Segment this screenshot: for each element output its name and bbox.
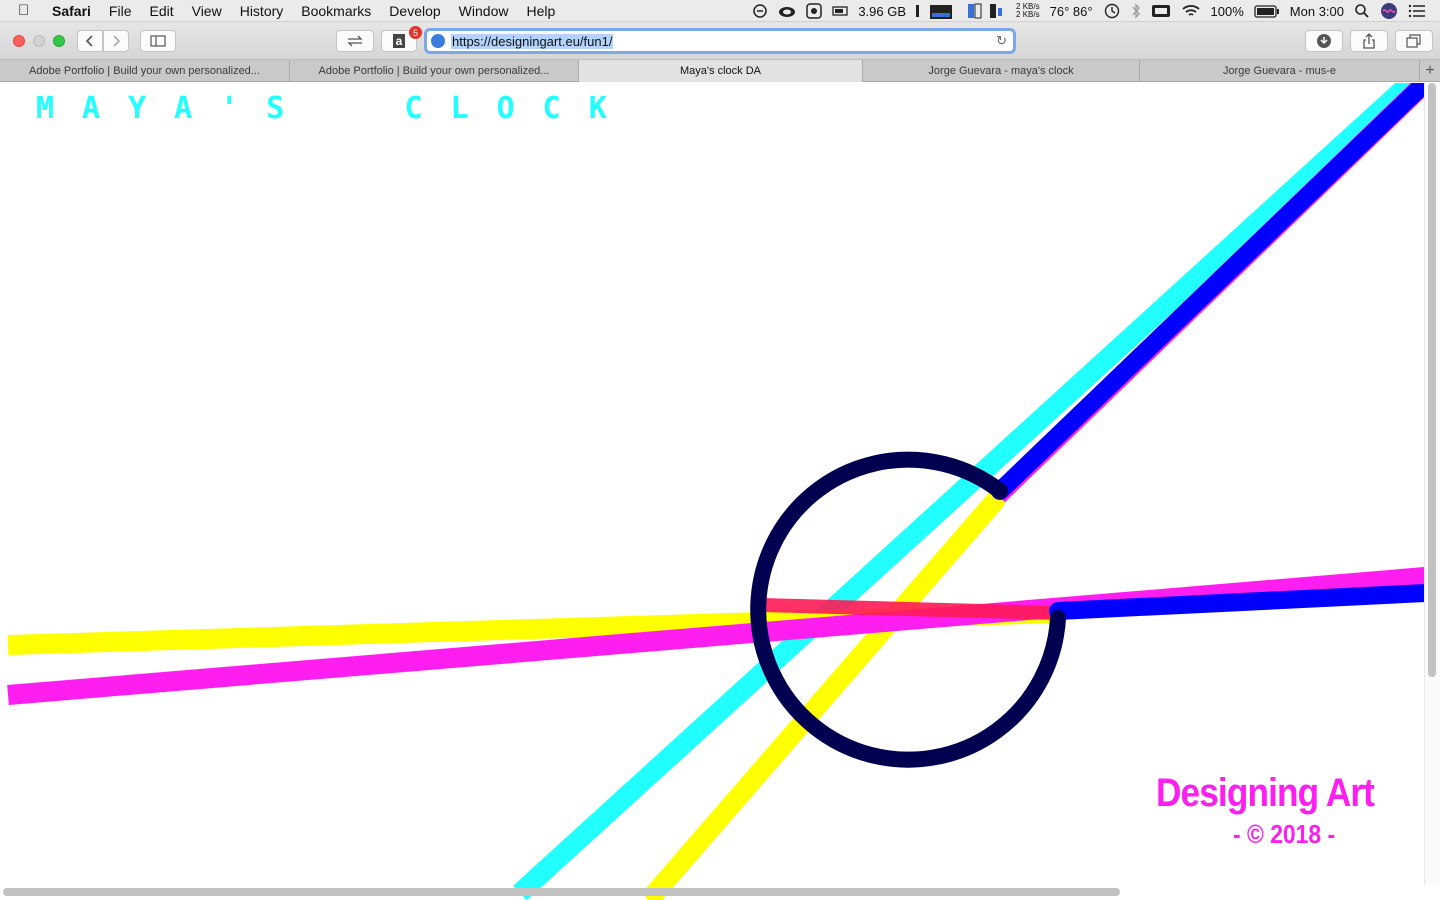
menu-view[interactable]: View <box>192 3 222 19</box>
status-area: 3.96 GB 2 KB/s 2 KB/s 76° 86° 100% Mon 3… <box>752 0 1426 22</box>
vertical-scroll-track[interactable] <box>1424 83 1440 885</box>
disk-graph-icon[interactable] <box>966 2 1006 20</box>
temperature-readout[interactable]: 76° 86° <box>1050 4 1093 19</box>
close-window-button[interactable] <box>13 35 25 47</box>
browser-toolbar: a 5 https://designingart.eu/fun1/ ↻ <box>0 22 1440 60</box>
red-overlap-segment <box>759 598 1059 620</box>
vertical-scrollbar-thumb[interactable] <box>1428 83 1436 677</box>
net-down: 2 KB/s <box>1016 10 1040 19</box>
wifi-icon[interactable] <box>1181 3 1201 19</box>
menu-window[interactable]: Window <box>459 3 509 19</box>
page-title: MAYA'S CLOCK <box>36 91 635 126</box>
tab-adobe-portfolio-2[interactable]: Adobe Portfolio | Build your own persona… <box>290 60 579 82</box>
menu-history[interactable]: History <box>240 3 284 19</box>
sidebar-button[interactable] <box>140 30 176 52</box>
yellow-clock-hand <box>645 491 1005 900</box>
url-text[interactable]: https://designingart.eu/fun1/ <box>451 33 614 49</box>
battery-icon[interactable] <box>1254 4 1280 18</box>
plus-icon: + <box>1425 61 1435 79</box>
tab-overview-button[interactable] <box>1395 30 1433 52</box>
notification-center-icon[interactable] <box>1408 4 1426 18</box>
keyboard-icon[interactable] <box>1151 4 1171 18</box>
tab-jorge-guevara-clock[interactable]: Jorge Guevara - maya's clock <box>863 60 1140 82</box>
tab-bar: Adobe Portfolio | Build your own persona… <box>0 60 1440 82</box>
swap-button[interactable] <box>336 30 374 52</box>
web-content: MAYA'S CLOCK Designing Art - © 2018 - <box>0 83 1440 900</box>
address-bar[interactable]: https://designingart.eu/fun1/ ↻ <box>424 28 1016 54</box>
globe-icon <box>431 34 445 48</box>
apple-icon[interactable]:  <box>18 2 38 19</box>
chevron-left-icon <box>85 35 93 47</box>
downloads-button[interactable] <box>1305 30 1343 52</box>
menu-edit[interactable]: Edit <box>149 3 173 19</box>
siri-icon[interactable] <box>1380 2 1398 20</box>
horizontal-scrollbar-thumb[interactable] <box>3 888 1120 896</box>
memory-icon <box>832 5 848 17</box>
menu-bar:  Safari File Edit View History Bookmark… <box>0 0 1440 22</box>
new-tab-button[interactable]: + <box>1420 60 1440 81</box>
cpu-graph-icon[interactable] <box>916 3 956 19</box>
menu-bookmarks[interactable]: Bookmarks <box>301 3 371 19</box>
minimize-window-button[interactable] <box>33 35 45 47</box>
creative-cloud-icon[interactable] <box>778 4 796 18</box>
amazon-extension-button[interactable]: a 5 <box>381 26 422 52</box>
download-icon <box>1317 34 1331 48</box>
forward-button[interactable] <box>103 30 129 52</box>
bluetooth-icon[interactable] <box>1131 3 1141 19</box>
time-machine-icon[interactable] <box>1103 3 1121 19</box>
blue-diagonal-hand <box>991 83 1434 500</box>
menu-help[interactable]: Help <box>526 3 555 19</box>
zoom-window-button[interactable] <box>53 35 65 47</box>
memory-usage: 3.96 GB <box>858 3 907 19</box>
brand-name[interactable]: Designing Art <box>1156 771 1375 816</box>
tab-mayas-clock[interactable]: Maya's clock DA <box>579 60 863 82</box>
battery-percent: 100% <box>1210 3 1244 19</box>
menu-file[interactable]: File <box>109 3 132 19</box>
amazon-icon: a <box>392 34 406 48</box>
share-button[interactable] <box>1350 30 1388 52</box>
fan-icon[interactable] <box>806 3 823 19</box>
arrows-swap-icon <box>347 35 363 47</box>
back-button[interactable] <box>77 30 103 52</box>
chevron-right-icon <box>113 35 121 47</box>
share-icon <box>1363 33 1375 49</box>
copyright-notice: - © 2018 - <box>1233 819 1336 849</box>
sync-icon[interactable] <box>752 3 768 19</box>
reload-icon[interactable]: ↻ <box>996 33 1007 49</box>
tabs-icon <box>1406 34 1421 48</box>
tab-jorge-guevara-muse[interactable]: Jorge Guevara - mus-e <box>1140 60 1420 82</box>
sidebar-icon <box>150 35 166 47</box>
menu-clock[interactable]: Mon 3:00 <box>1290 4 1344 19</box>
network-speed: 2 KB/s 2 KB/s <box>1016 3 1040 19</box>
menu-develop[interactable]: Develop <box>389 3 440 19</box>
menu-safari[interactable]: Safari <box>52 3 91 19</box>
tab-adobe-portfolio-1[interactable]: Adobe Portfolio | Build your own persona… <box>0 60 290 82</box>
notification-badge: 5 <box>409 26 422 39</box>
spotlight-search-icon[interactable] <box>1354 3 1370 19</box>
